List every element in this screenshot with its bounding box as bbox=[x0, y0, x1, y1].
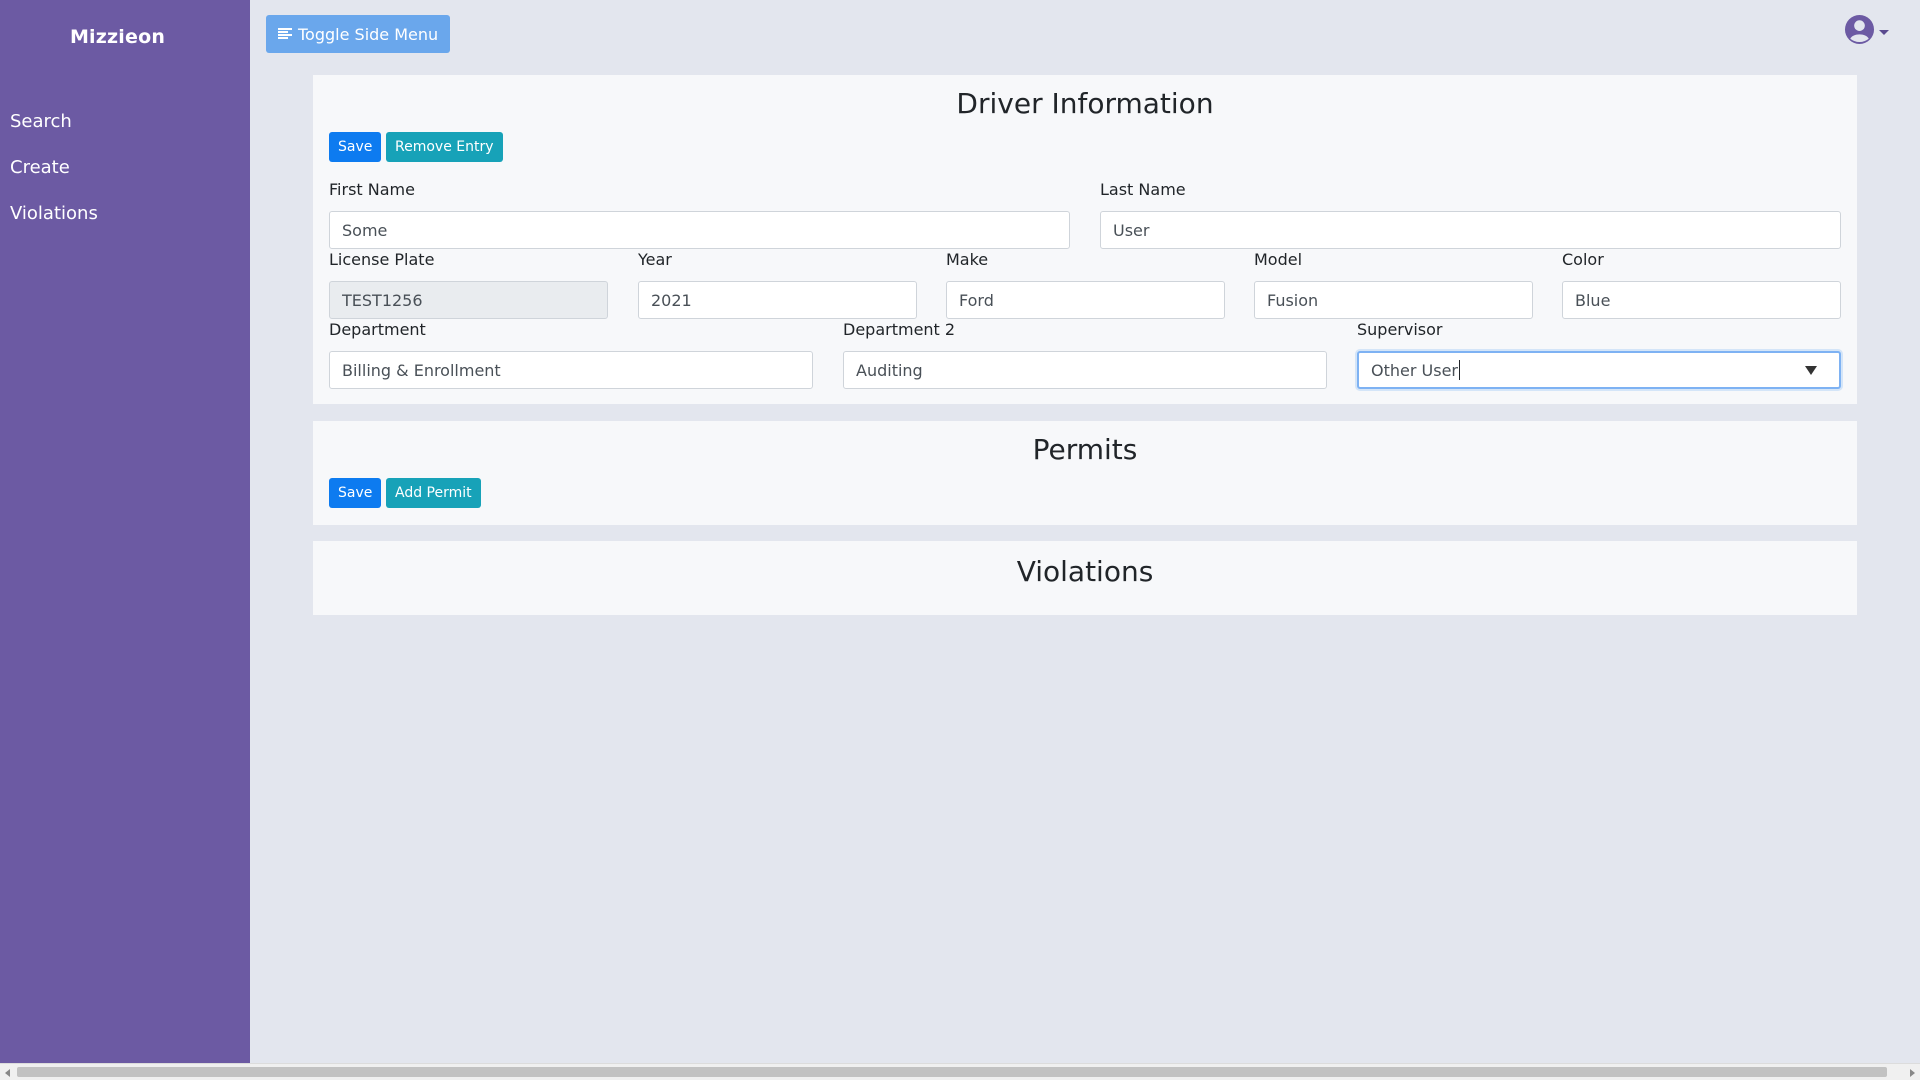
permits-card: Permits Save Add Permit bbox=[313, 421, 1857, 525]
save-permits-button[interactable]: Save bbox=[329, 478, 382, 508]
last-name-field[interactable] bbox=[1100, 211, 1841, 249]
color-label: Color bbox=[1562, 250, 1604, 269]
permits-title: Permits bbox=[1032, 433, 1138, 466]
color-field[interactable] bbox=[1562, 281, 1841, 319]
violations-title: Violations bbox=[1016, 555, 1154, 588]
save-driver-button[interactable]: Save bbox=[329, 132, 382, 162]
make-label: Make bbox=[946, 250, 989, 269]
scroll-right-icon[interactable] bbox=[1910, 1069, 1915, 1077]
model-label: Model bbox=[1254, 250, 1303, 269]
supervisor-value: Other User bbox=[1371, 360, 1458, 380]
first-name-field[interactable] bbox=[329, 211, 1070, 249]
department-label: Department bbox=[329, 320, 426, 339]
violations-card: Violations bbox=[313, 541, 1857, 615]
year-field[interactable] bbox=[638, 281, 917, 319]
toggle-side-menu-label: Toggle Side Menu bbox=[298, 24, 439, 44]
sidebar: Mizzieon Search Create Violations bbox=[0, 0, 250, 1063]
remove-entry-button[interactable]: Remove Entry bbox=[386, 132, 503, 162]
chevron-down-icon bbox=[1879, 30, 1889, 35]
scroll-left-icon[interactable] bbox=[5, 1069, 10, 1077]
department2-label: Department 2 bbox=[843, 320, 956, 339]
user-menu[interactable] bbox=[1844, 14, 1889, 45]
license-plate-field[interactable] bbox=[329, 281, 608, 319]
supervisor-select[interactable]: Other User bbox=[1357, 351, 1841, 389]
department-field[interactable] bbox=[329, 351, 813, 389]
driver-information-card: Driver Information Save Remove Entry Fir… bbox=[313, 75, 1857, 404]
model-field[interactable] bbox=[1254, 281, 1533, 319]
brand-logo[interactable]: Mizzieon bbox=[0, 26, 235, 48]
sidebar-item-create[interactable]: Create bbox=[10, 157, 70, 178]
sidebar-item-search[interactable]: Search bbox=[10, 111, 72, 132]
department2-field[interactable] bbox=[843, 351, 1327, 389]
toggle-side-menu-button[interactable]: Toggle Side Menu bbox=[266, 15, 451, 53]
sidebar-item-violations[interactable]: Violations bbox=[10, 203, 98, 224]
make-field[interactable] bbox=[946, 281, 1225, 319]
horizontal-scrollbar[interactable] bbox=[0, 1063, 1920, 1080]
menu-lines-icon bbox=[278, 28, 292, 40]
scrollbar-thumb[interactable] bbox=[17, 1067, 1887, 1077]
user-circle-icon bbox=[1844, 14, 1875, 45]
license-plate-label: License Plate bbox=[329, 250, 435, 269]
driver-information-title: Driver Information bbox=[956, 87, 1214, 120]
add-permit-button[interactable]: Add Permit bbox=[386, 478, 481, 508]
text-cursor bbox=[1458, 360, 1460, 380]
dropdown-arrow-icon[interactable] bbox=[1805, 365, 1817, 375]
last-name-label: Last Name bbox=[1100, 180, 1186, 199]
supervisor-label: Supervisor bbox=[1357, 320, 1443, 339]
year-label: Year bbox=[638, 250, 672, 269]
first-name-label: First Name bbox=[329, 180, 415, 199]
